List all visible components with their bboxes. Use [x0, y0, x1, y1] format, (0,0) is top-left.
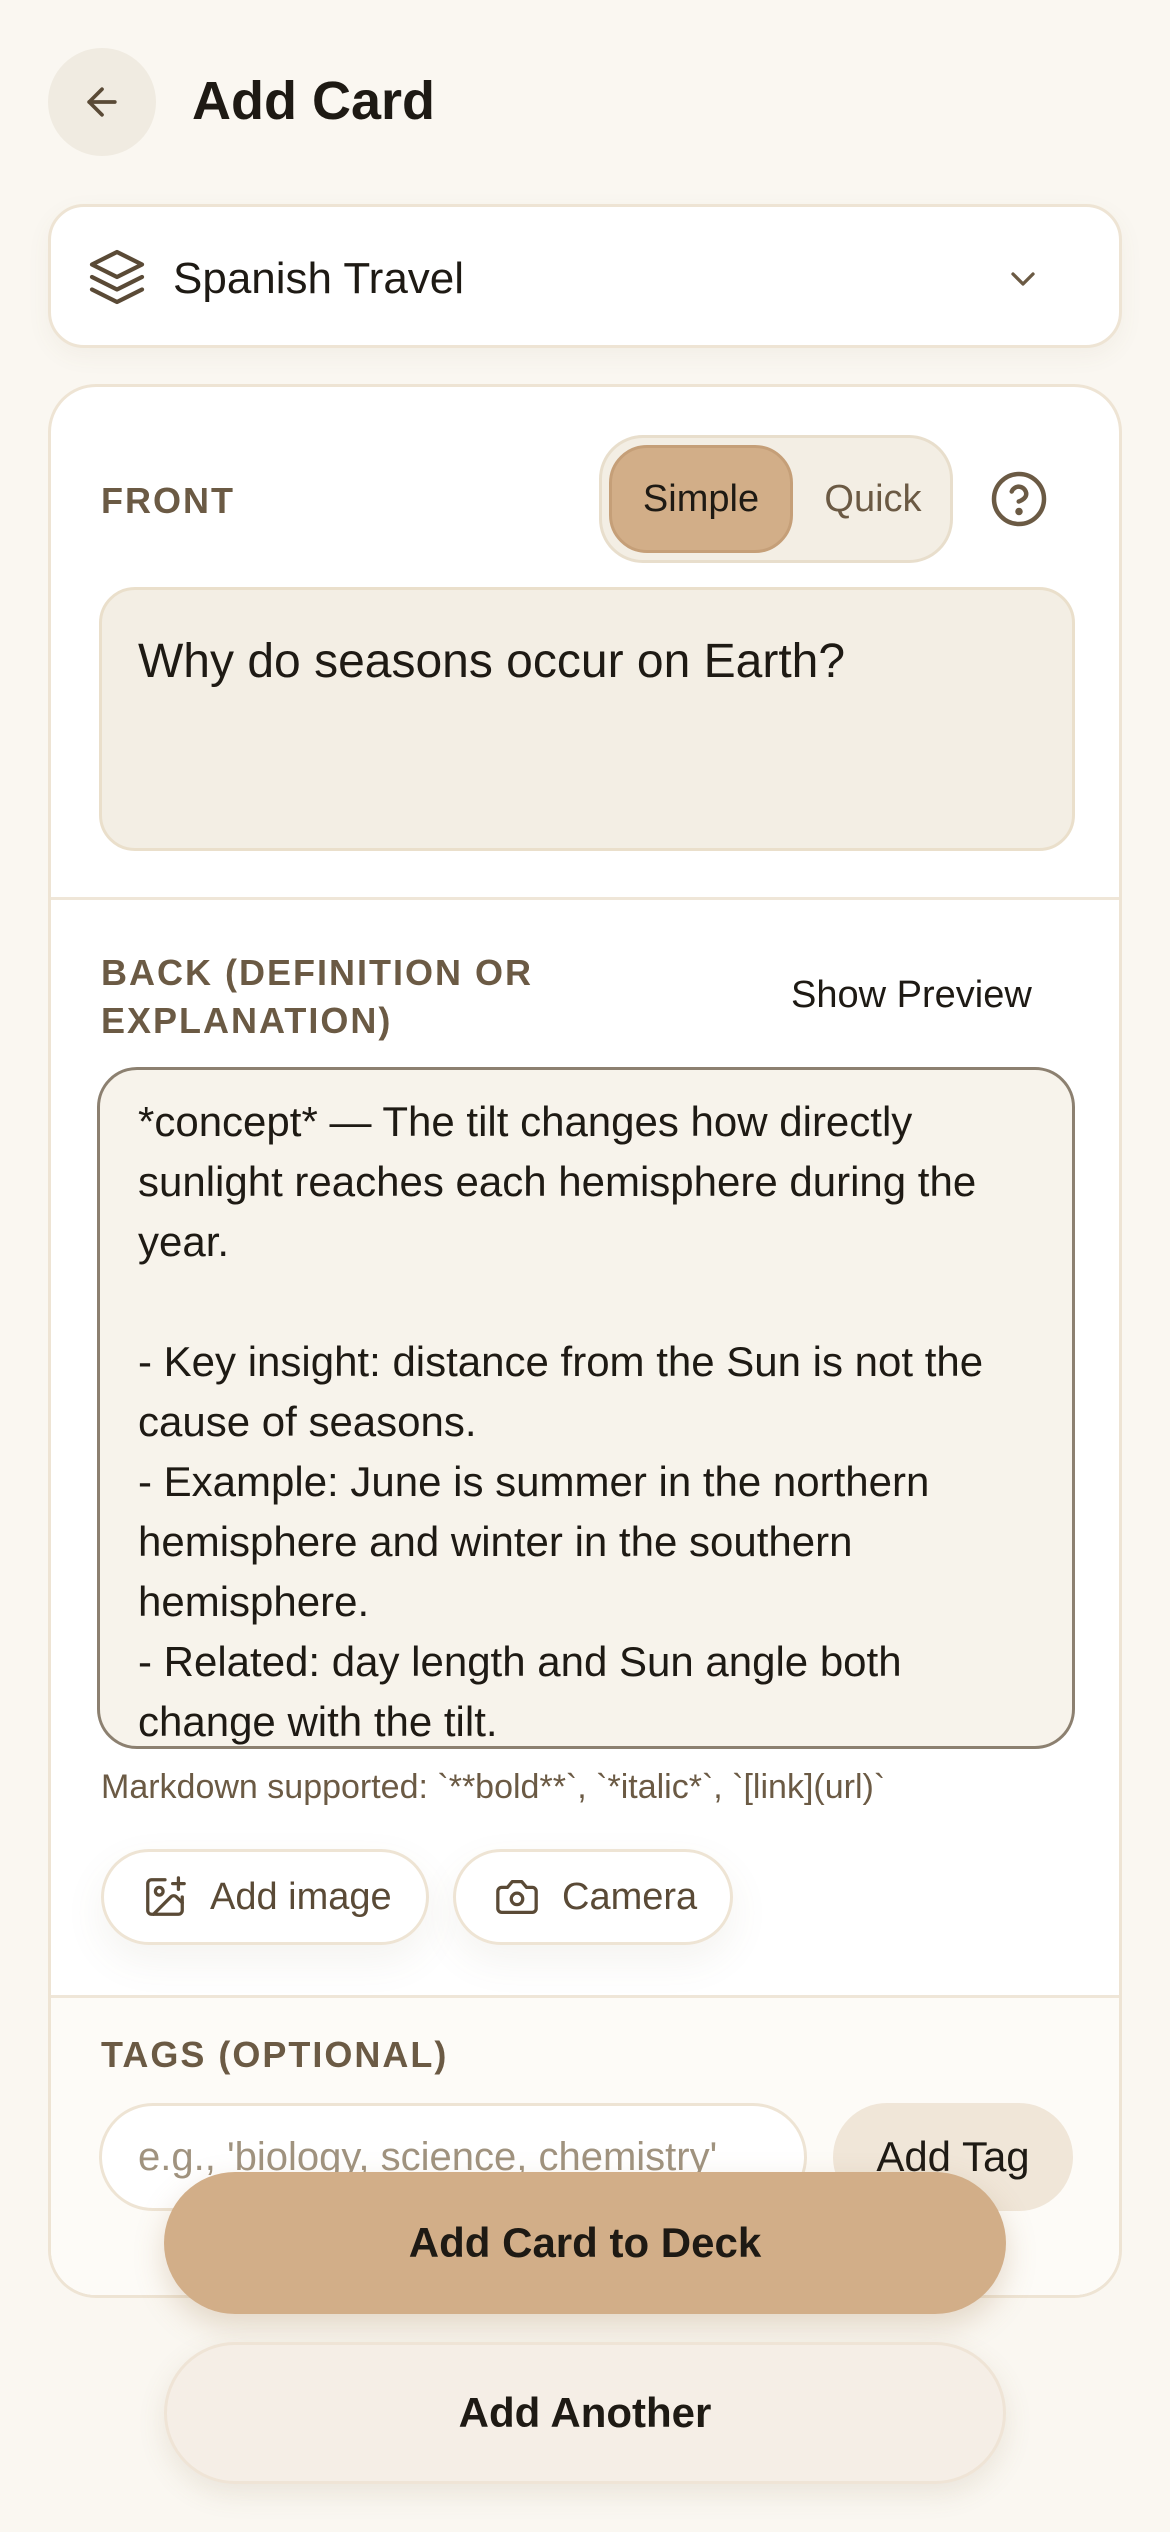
mode-simple-button[interactable]: Simple [609, 445, 793, 553]
tags-label: TAGS (OPTIONAL) [101, 2034, 449, 2075]
back-label: BACK (DEFINITION OR EXPLANATION) [101, 949, 533, 1045]
show-preview-button[interactable]: Show Preview [791, 971, 1032, 1019]
card-editor: FRONT Simple Quick Why do seasons occur … [48, 384, 1122, 2298]
page-title: Add Card [192, 71, 435, 131]
layers-icon [89, 249, 145, 305]
camera-label: Camera [562, 1875, 698, 1918]
back-button[interactable] [48, 48, 156, 156]
help-circle-icon[interactable] [989, 469, 1049, 529]
front-label: FRONT [101, 480, 235, 521]
camera-icon [496, 1880, 538, 1914]
add-another-button[interactable]: Add Another [164, 2342, 1006, 2484]
markdown-hint: Markdown supported: `**bold**`, `*italic… [101, 1768, 886, 1806]
arrow-left-icon [87, 87, 117, 117]
front-input[interactable]: Why do seasons occur on Earth? [99, 587, 1075, 851]
divider [51, 897, 1119, 900]
chevron-down-icon [1011, 272, 1035, 286]
camera-button[interactable]: Camera [453, 1849, 733, 1945]
divider [51, 1995, 1119, 1998]
add-card-to-deck-button[interactable]: Add Card to Deck [164, 2172, 1006, 2314]
back-input[interactable]: *concept* — The tilt changes how directl… [97, 1067, 1075, 1749]
add-card-screen: Add Card Spanish Travel FRONT Simple Qui… [0, 0, 1170, 2532]
add-image-button[interactable]: Add image [101, 1849, 429, 1945]
mode-quick-button[interactable]: Quick [802, 445, 944, 553]
mode-toggle: Simple Quick [599, 435, 953, 563]
image-plus-icon [146, 1876, 186, 1916]
deck-name: Spanish Travel [173, 254, 465, 303]
deck-selector[interactable]: Spanish Travel [48, 204, 1122, 348]
add-image-label: Add image [210, 1875, 392, 1918]
back-label-line2: EXPLANATION) [101, 1000, 393, 1041]
back-label-line1: BACK (DEFINITION OR [101, 952, 533, 993]
